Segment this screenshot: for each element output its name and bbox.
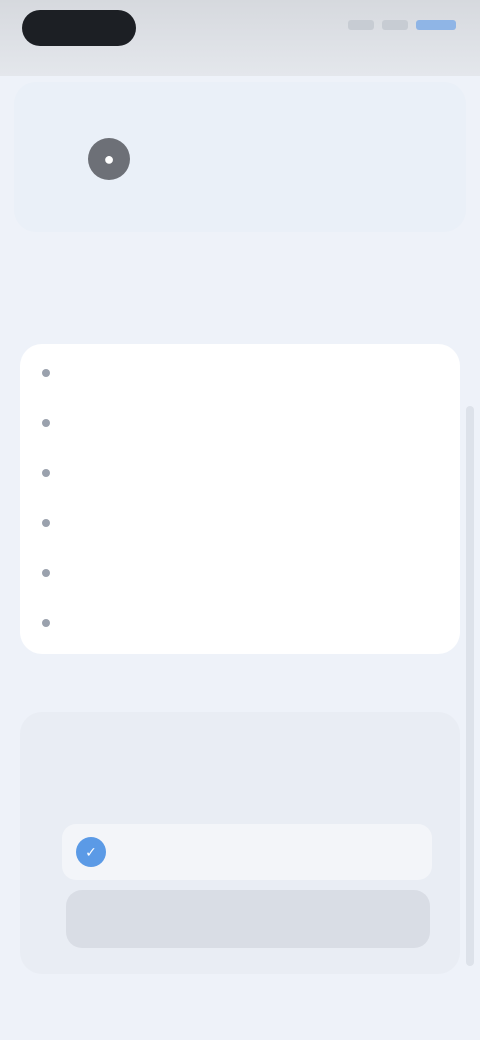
bullet-icon	[42, 569, 50, 577]
profile-row[interactable]: ●	[88, 138, 198, 180]
status-bar	[0, 0, 480, 76]
list-item[interactable]	[20, 398, 460, 448]
bottom-sheet: ● ✓	[0, 76, 480, 1040]
bullet-icon	[42, 369, 50, 377]
wifi-icon	[382, 20, 408, 30]
options-list	[20, 344, 460, 654]
phone-screen: ● ✓	[0, 0, 480, 1040]
bottom-card: ✓	[20, 712, 460, 974]
bullet-icon	[42, 619, 50, 627]
signal-icon	[348, 20, 374, 30]
status-indicators	[348, 20, 456, 30]
bullet-icon	[42, 419, 50, 427]
list-item[interactable]	[20, 548, 460, 598]
user-icon: ●	[103, 148, 115, 169]
profile-card[interactable]: ●	[14, 82, 466, 232]
avatar[interactable]: ●	[88, 138, 130, 180]
list-item[interactable]	[20, 448, 460, 498]
check-icon: ✓	[76, 837, 106, 867]
bullet-icon	[42, 519, 50, 527]
bullet-icon	[42, 469, 50, 477]
selected-option-row[interactable]: ✓	[62, 824, 432, 880]
action-button[interactable]	[66, 890, 430, 948]
list-item[interactable]	[20, 598, 460, 648]
list-item[interactable]	[20, 498, 460, 548]
dynamic-island	[22, 10, 136, 46]
scrollbar[interactable]	[466, 406, 474, 966]
tab-row	[20, 732, 460, 762]
list-item[interactable]	[20, 348, 460, 398]
battery-icon	[416, 20, 456, 30]
